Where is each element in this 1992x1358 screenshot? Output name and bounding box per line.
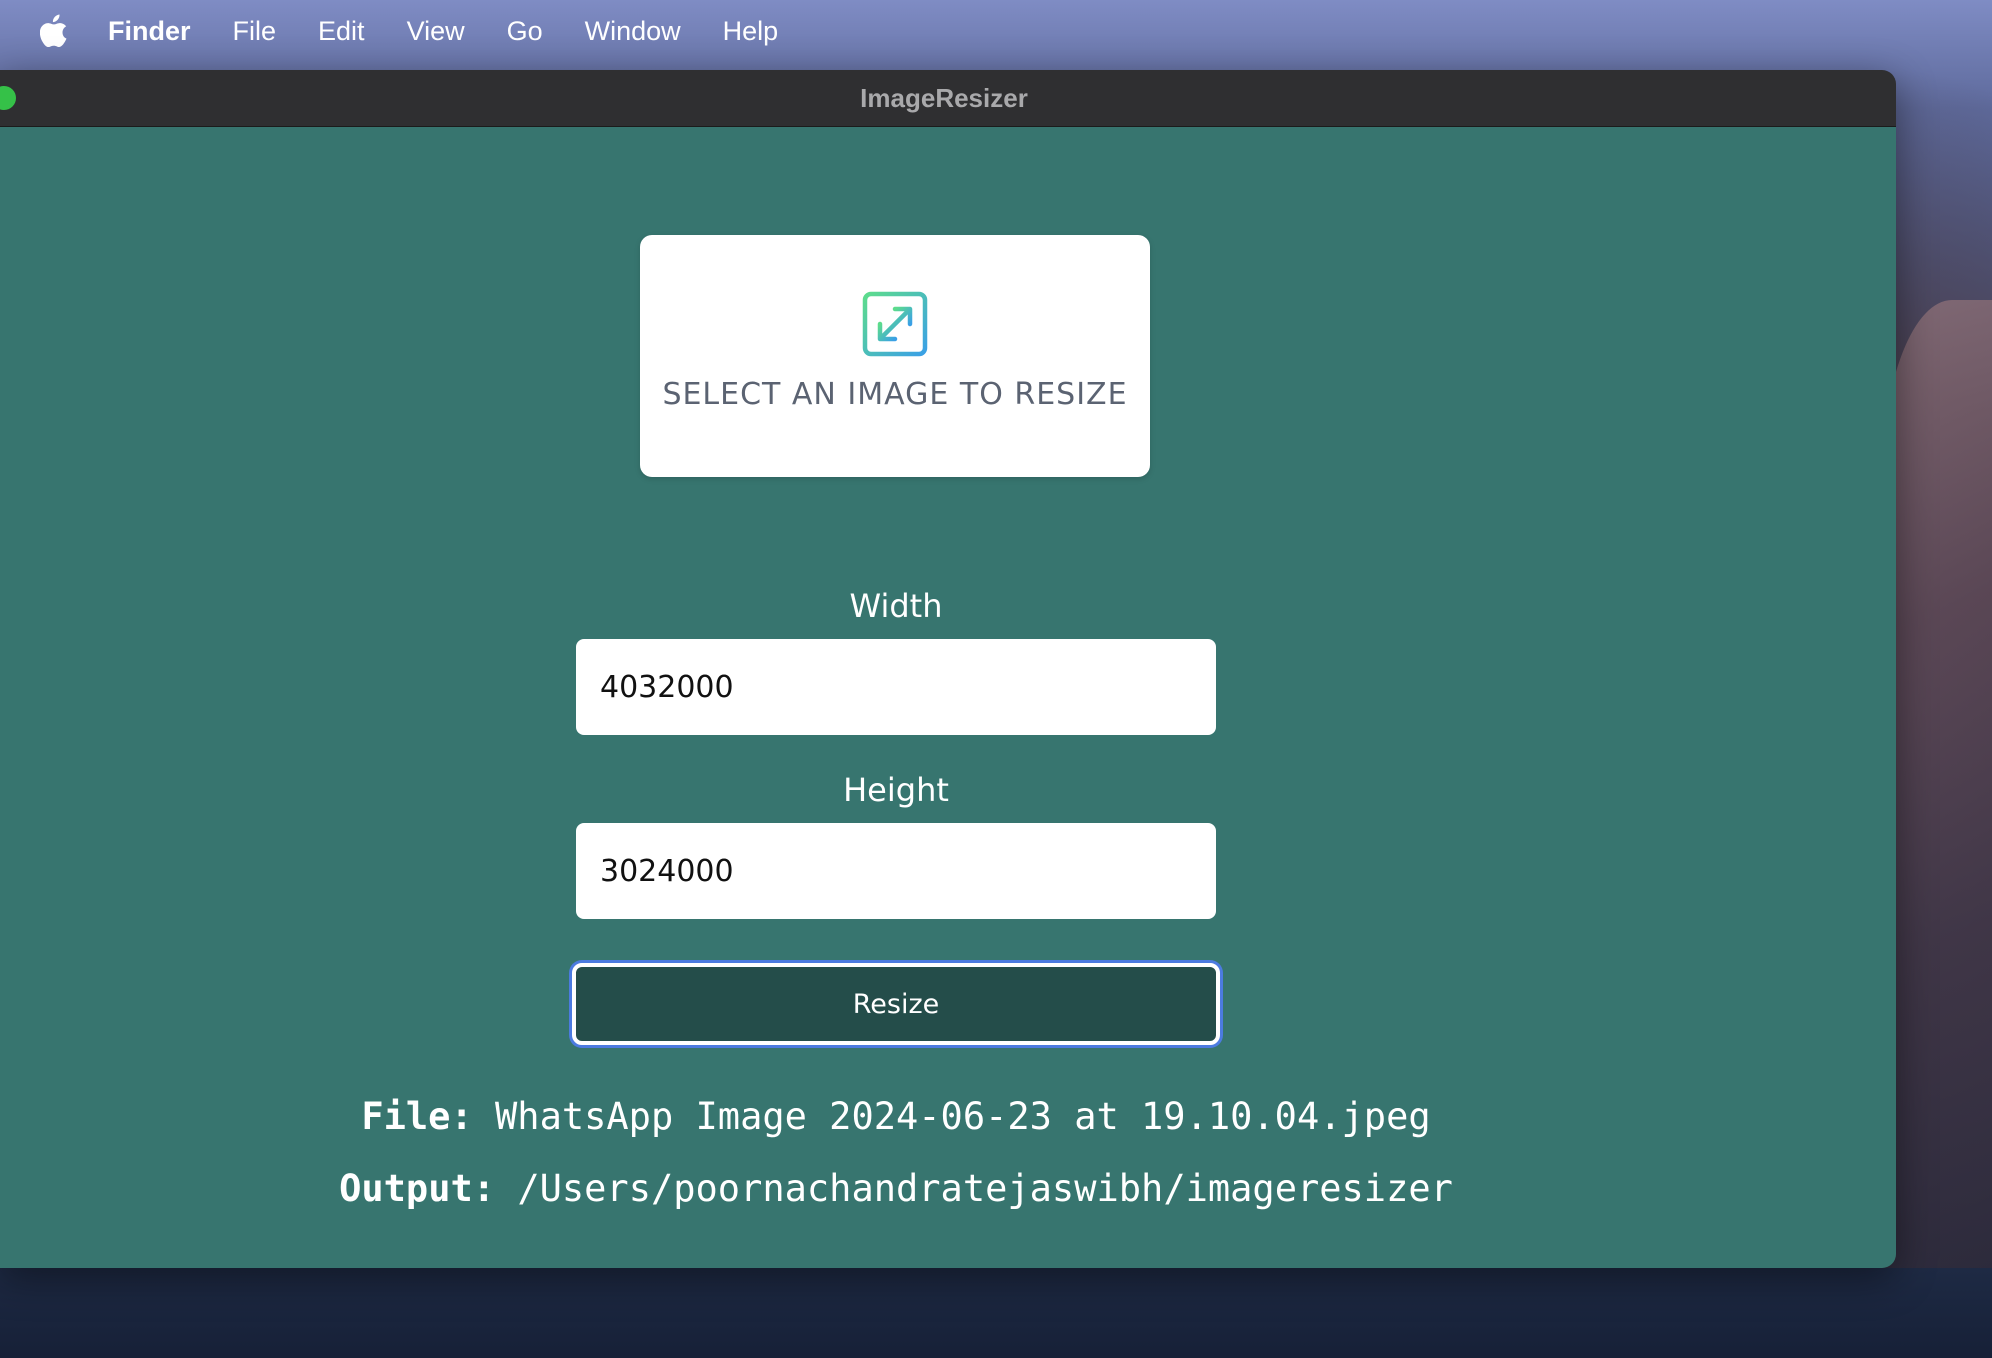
menu-bar: Finder File Edit View Go Window Help bbox=[0, 0, 1992, 62]
file-key: File: bbox=[361, 1095, 473, 1138]
title-bar[interactable]: ImageResizer bbox=[0, 70, 1896, 127]
menu-file[interactable]: File bbox=[233, 16, 277, 47]
expand-arrows-icon bbox=[862, 291, 928, 357]
zoom-window-button[interactable] bbox=[0, 86, 16, 110]
menu-app-finder[interactable]: Finder bbox=[108, 16, 191, 47]
apple-logo-icon[interactable] bbox=[40, 14, 68, 48]
width-input[interactable] bbox=[576, 639, 1216, 735]
height-label: Height bbox=[843, 771, 949, 809]
width-label: Width bbox=[849, 587, 943, 625]
file-value: WhatsApp Image 2024-06-23 at 19.10.04.jp… bbox=[495, 1095, 1431, 1138]
file-info-line: File: WhatsApp Image 2024-06-23 at 19.10… bbox=[0, 1095, 1792, 1138]
resize-button[interactable]: Resize bbox=[572, 963, 1220, 1045]
output-key: Output: bbox=[339, 1167, 496, 1210]
output-info-line: Output: /Users/poornachandratejaswibh/im… bbox=[0, 1167, 1792, 1210]
menu-edit[interactable]: Edit bbox=[318, 16, 365, 47]
wallpaper-sea bbox=[0, 1268, 1992, 1358]
select-image-label: SELECT AN IMAGE TO RESIZE bbox=[662, 377, 1128, 412]
app-content: SELECT AN IMAGE TO RESIZE Width Height R… bbox=[0, 127, 1896, 1268]
menu-help[interactable]: Help bbox=[723, 16, 779, 47]
menu-go[interactable]: Go bbox=[507, 16, 543, 47]
menu-view[interactable]: View bbox=[407, 16, 465, 47]
height-input[interactable] bbox=[576, 823, 1216, 919]
select-image-card[interactable]: SELECT AN IMAGE TO RESIZE bbox=[640, 235, 1150, 477]
app-window: ImageResizer SELECT AN IMAGE TO RESIZE W… bbox=[0, 70, 1896, 1268]
output-value: /Users/poornachandratejaswibh/imageresiz… bbox=[517, 1167, 1453, 1210]
menu-window[interactable]: Window bbox=[585, 16, 681, 47]
wallpaper-rock bbox=[1882, 300, 1992, 1358]
window-title: ImageResizer bbox=[860, 82, 1028, 113]
